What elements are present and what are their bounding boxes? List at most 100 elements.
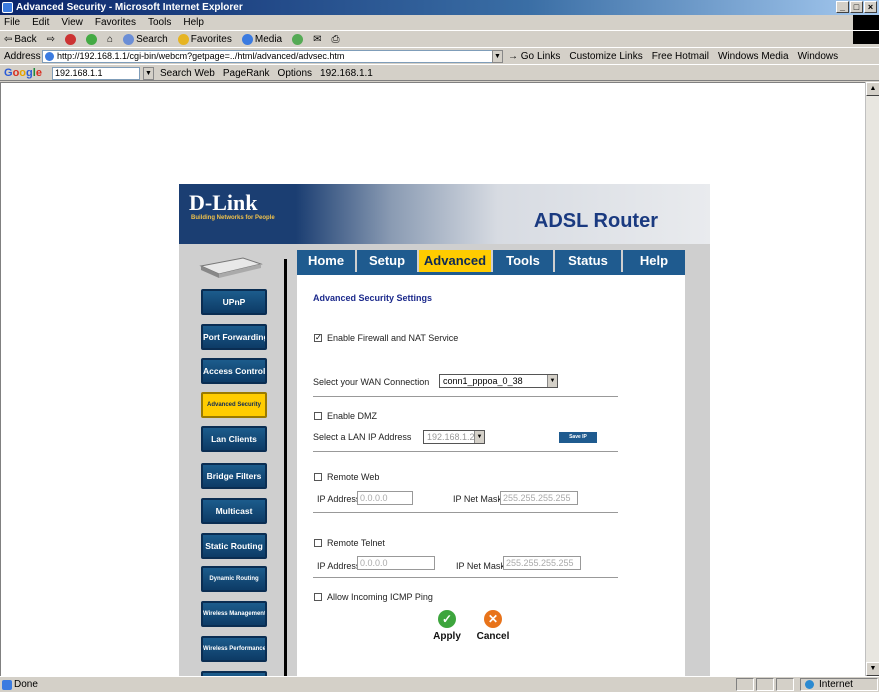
address-dropdown-icon[interactable]: ▼ xyxy=(492,50,503,63)
dlink-logo: D-Link xyxy=(189,190,258,215)
mail-icon: ✉ xyxy=(313,33,322,45)
options-button[interactable]: Options xyxy=(278,65,312,82)
remote-telnet-netmask-input[interactable]: 255.255.255.255 xyxy=(503,556,581,570)
history-button[interactable] xyxy=(292,31,304,47)
sidebar-item-access-control[interactable]: Access Control xyxy=(201,358,267,384)
standard-toolbar: ⇦ Back ⇨ ⌂ Search Favorites Media ✉ ⎙ xyxy=(0,30,879,47)
firewall-label: Enable Firewall and NAT Service xyxy=(327,333,459,343)
pagerank-indicator[interactable]: PageRank xyxy=(223,65,270,82)
cancel-button[interactable]: ✕ Cancel xyxy=(473,610,513,642)
window-title: Advanced Security - Microsoft Internet E… xyxy=(16,2,243,13)
back-button[interactable]: ⇦ Back xyxy=(4,31,37,47)
remote-telnet-label: Remote Telnet xyxy=(327,538,385,548)
refresh-button[interactable] xyxy=(86,31,98,47)
tab-setup[interactable]: Setup xyxy=(357,250,419,272)
link-windows-media[interactable]: Windows Media xyxy=(718,48,789,65)
remote-telnet-checkbox[interactable] xyxy=(314,539,322,547)
browser-window: Advanced Security - Microsoft Internet E… xyxy=(0,0,879,692)
wan-connection-select[interactable]: conn1_pppoa_0_38 ▼ xyxy=(439,374,558,388)
tab-status[interactable]: Status xyxy=(555,250,623,272)
menu-favorites[interactable]: Favorites xyxy=(95,15,136,30)
page-done-icon xyxy=(2,680,12,690)
stop-icon xyxy=(65,33,77,45)
remote-telnet-ip-input[interactable]: 0.0.0.0 xyxy=(357,556,435,570)
menu-file[interactable]: File xyxy=(4,15,20,30)
menu-tools[interactable]: Tools xyxy=(148,15,171,30)
sidebar-item-bridge-filters[interactable]: Bridge Filters xyxy=(201,463,267,489)
status-bar: Done Internet xyxy=(0,676,879,692)
page-title: Advanced Security Settings xyxy=(313,293,433,303)
search-web-button[interactable]: Search Web xyxy=(160,65,215,82)
link-customize-links[interactable]: Customize Links xyxy=(569,48,642,65)
dmz-label: Enable DMZ xyxy=(327,411,378,421)
sidebar-item-dynamic-routing[interactable]: Dynamic Routing xyxy=(201,566,267,592)
status-text: Done xyxy=(14,679,38,690)
icmp-ping-label: Allow Incoming ICMP Ping xyxy=(327,592,433,602)
save-ip-button[interactable]: Save IP xyxy=(559,432,597,443)
sidebar-item-port-forwarding[interactable]: Port Forwarding xyxy=(201,324,267,350)
go-button[interactable]: → Go xyxy=(508,48,534,65)
address-input[interactable]: http://192.168.1.1/cgi-bin/webcm?getpage… xyxy=(42,50,502,63)
link-windows[interactable]: Windows xyxy=(798,48,839,65)
tab-help[interactable]: Help xyxy=(623,250,685,272)
menu-edit[interactable]: Edit xyxy=(32,15,49,30)
favorites-button[interactable]: Favorites xyxy=(177,31,232,47)
lan-ip-label: Select a LAN IP Address xyxy=(313,432,412,442)
sidebar-item-upnp[interactable]: UPnP xyxy=(201,289,267,315)
ie-icon xyxy=(2,2,13,13)
separator xyxy=(313,577,618,578)
history-icon xyxy=(292,33,304,45)
scroll-up-icon[interactable]: ▲ xyxy=(866,82,879,96)
sidebar-item-lan-clients[interactable]: Lan Clients xyxy=(201,426,267,452)
links-label: Links xyxy=(537,51,561,62)
forward-button[interactable]: ⇨ xyxy=(47,31,55,47)
google-logo[interactable]: Google xyxy=(4,65,42,82)
menu-view[interactable]: View xyxy=(61,15,83,30)
maximize-button[interactable]: □ xyxy=(850,1,863,13)
product-title: ADSL Router xyxy=(533,210,658,232)
scroll-down-icon[interactable]: ▼ xyxy=(866,662,879,676)
router-image xyxy=(199,257,263,278)
link-free-hotmail[interactable]: Free Hotmail xyxy=(652,48,709,65)
google-search-dropdown-icon[interactable]: ▼ xyxy=(143,67,154,80)
sidebar-item-wireless-performance[interactable]: Wireless Performance xyxy=(201,636,267,662)
favorites-icon xyxy=(177,33,189,45)
lan-ip-select[interactable]: 192.168.1.2 ▼ xyxy=(423,430,485,444)
remote-web-checkbox[interactable] xyxy=(314,473,322,481)
icmp-ping-checkbox[interactable] xyxy=(314,593,322,601)
tab-advanced[interactable]: Advanced xyxy=(419,250,493,272)
sidebar-item-advanced-security[interactable]: Advanced Security xyxy=(201,392,267,418)
links-bar: Links Customize Links Free Hotmail Windo… xyxy=(537,48,838,65)
chevron-down-icon: ▼ xyxy=(547,375,557,387)
bookmark-item[interactable]: 192.168.1.1 xyxy=(320,65,373,82)
window-controls: _ □ × xyxy=(836,1,877,13)
home-button[interactable]: ⌂ xyxy=(107,31,113,47)
router-header: D-Link Building Networks for People ADSL… xyxy=(179,184,710,244)
close-button[interactable]: × xyxy=(864,1,877,13)
refresh-icon xyxy=(86,33,98,45)
search-button[interactable]: Search xyxy=(123,31,168,47)
sidebar-item-static-routing[interactable]: Static Routing xyxy=(201,533,267,559)
menu-help[interactable]: Help xyxy=(183,15,204,30)
print-button[interactable]: ⎙ xyxy=(332,31,340,47)
dlink-tagline: Building Networks for People xyxy=(191,215,275,221)
apply-button[interactable]: ✓ Apply xyxy=(427,610,467,642)
media-button[interactable]: Media xyxy=(241,31,282,47)
main-tabs: Home Setup Advanced Tools Status Help xyxy=(297,250,685,272)
vertical-scrollbar[interactable]: ▲ ▼ xyxy=(865,82,879,676)
sidebar-item-wireless-management[interactable]: Wireless Management xyxy=(201,601,267,627)
stop-button[interactable] xyxy=(65,31,77,47)
firewall-checkbox[interactable]: ✓ xyxy=(314,334,322,342)
remote-web-netmask-input[interactable]: 255.255.255.255 xyxy=(500,491,578,505)
google-search-input[interactable]: 192.168.1.1 xyxy=(52,67,140,80)
tab-home[interactable]: Home xyxy=(297,250,357,272)
wan-connection-label: Select your WAN Connection xyxy=(313,377,430,387)
sidebar-item-multicast[interactable]: Multicast xyxy=(201,498,267,524)
minimize-button[interactable]: _ xyxy=(836,1,849,13)
remote-web-ip-input[interactable]: 0.0.0.0 xyxy=(357,491,413,505)
dmz-checkbox[interactable] xyxy=(314,412,322,420)
mail-button[interactable]: ✉ xyxy=(313,31,321,47)
remote-web-ip-label: IP Address xyxy=(317,494,361,504)
tab-tools[interactable]: Tools xyxy=(493,250,555,272)
remote-web-label: Remote Web xyxy=(327,472,380,482)
